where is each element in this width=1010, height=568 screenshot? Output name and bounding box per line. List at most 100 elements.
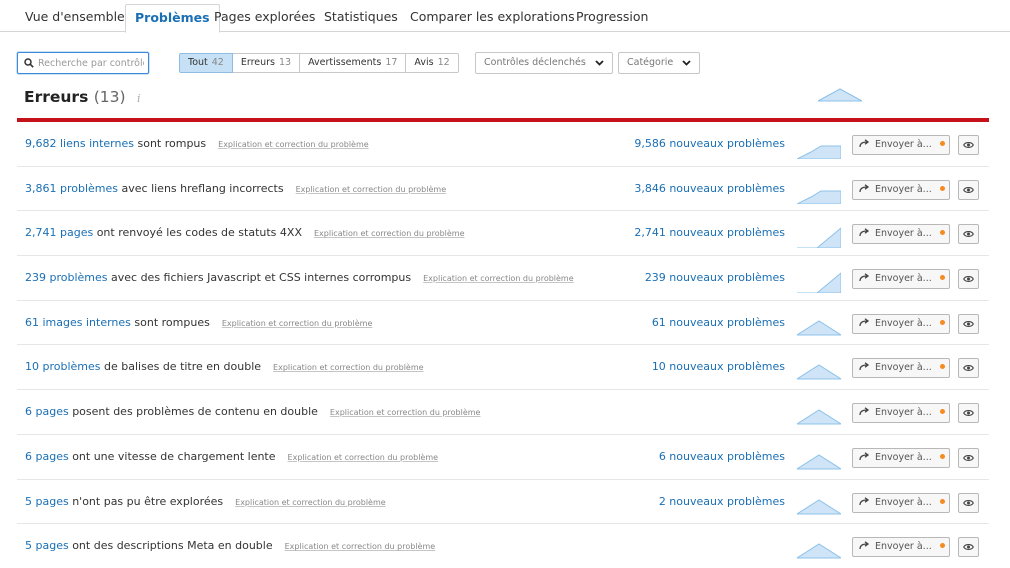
send-to-label: Envoyer à... [875, 139, 932, 150]
issue-text: de balises de titre en double [100, 360, 262, 374]
view-details-button[interactable] [958, 492, 979, 513]
explain-fix-link[interactable]: Explication et correction du problème [285, 542, 436, 551]
tab-statistics[interactable]: Statistiques [315, 4, 407, 32]
issue-link[interactable]: 3,861 problèmes [25, 182, 118, 195]
tab-progress[interactable]: Progression [567, 4, 657, 32]
trend-sparkline [797, 364, 841, 380]
share-arrow-icon [859, 273, 870, 282]
send-to-button[interactable]: Envoyer à... [852, 492, 950, 513]
send-to-button[interactable]: Envoyer à... [852, 313, 950, 334]
issue-text: sont rompues [130, 315, 210, 329]
issue-link[interactable]: 6 pages [25, 405, 69, 418]
new-issues-link[interactable]: 6 nouveaux problèmes [659, 435, 785, 479]
eye-icon [963, 454, 974, 461]
view-details-button[interactable] [958, 358, 979, 379]
issue-description: 239 problèmes avec des fichiers Javascri… [25, 256, 574, 300]
send-to-button[interactable]: Envoyer à... [852, 269, 950, 290]
new-issues-link[interactable]: 2 nouveaux problèmes [659, 480, 785, 524]
new-issues-link[interactable]: 10 nouveaux problèmes [652, 345, 785, 389]
issue-text: sont rompus [133, 137, 207, 150]
share-arrow-icon [859, 228, 870, 237]
explain-fix-link[interactable]: Explication et correction du problème [423, 274, 574, 283]
issue-text: posent des problèmes de contenu en doubl… [68, 405, 318, 419]
explain-fix-link[interactable]: Explication et correction du problème [296, 185, 447, 194]
tab-crawled-pages[interactable]: Pages explorées [205, 4, 324, 32]
filter-notices[interactable]: Avis 12 [405, 53, 459, 73]
tab-bar: Vue d'ensemble Problèmes Pages explorées… [0, 0, 1010, 33]
issue-description: 6 pages posent des problèmes de contenu … [25, 390, 480, 434]
eye-icon [963, 544, 974, 551]
explain-fix-link[interactable]: Explication et correction du problème [330, 408, 481, 417]
eye-icon [963, 231, 974, 238]
explain-fix-link[interactable]: Explication et correction du problème [288, 453, 439, 462]
explain-fix-link[interactable]: Explication et correction du problème [222, 319, 373, 328]
filter-errors[interactable]: Erreurs 13 [231, 53, 301, 73]
share-arrow-icon [859, 362, 870, 371]
triggered-checks-label: Contrôles déclenchés [484, 57, 586, 68]
send-to-button[interactable]: Envoyer à... [852, 537, 950, 558]
view-details-button[interactable] [958, 313, 979, 334]
section-title-text: Erreurs [24, 88, 89, 106]
tab-compare-crawls[interactable]: Comparer les explorations [401, 4, 584, 32]
issue-link[interactable]: 2,741 pages [25, 226, 93, 239]
send-to-button[interactable]: Envoyer à... [852, 224, 950, 245]
issue-description: 5 pages ont des descriptions Meta en dou… [25, 524, 435, 568]
search-input[interactable] [38, 56, 144, 71]
view-details-button[interactable] [958, 447, 979, 468]
view-details-button[interactable] [958, 224, 979, 245]
triggered-checks-dropdown[interactable]: Contrôles déclenchés [475, 52, 613, 74]
issue-link[interactable]: 9,682 liens internes [25, 137, 134, 150]
issue-link[interactable]: 239 problèmes [25, 271, 108, 284]
new-issues-link[interactable]: 2,741 nouveaux problèmes [634, 211, 785, 255]
issue-description: 5 pages n'ont pas pu être explorées Expli… [25, 480, 386, 524]
category-dropdown[interactable]: Catégorie [618, 52, 701, 74]
issue-text: avec liens hreflang incorrects [118, 181, 284, 195]
new-issues-link[interactable]: 239 nouveaux problèmes [645, 256, 785, 300]
send-to-button[interactable]: Envoyer à... [852, 447, 950, 468]
explain-fix-link[interactable]: Explication et correction du problème [273, 363, 424, 372]
eye-icon [963, 142, 974, 148]
explain-fix-link[interactable]: Explication et correction du problème [314, 229, 465, 238]
explain-fix-link[interactable]: Explication et correction du problème [235, 498, 386, 507]
send-to-button[interactable]: Envoyer à... [852, 403, 950, 424]
new-issues-link[interactable]: 9,586 nouveaux problèmes [634, 122, 785, 166]
filter-warnings[interactable]: Avertissements 17 [299, 53, 407, 73]
issue-link[interactable]: 5 pages [25, 495, 69, 508]
issue-link[interactable]: 6 pages [25, 450, 69, 463]
issue-description: 2,741 pages ont renvoyé les codes de sta… [25, 211, 465, 255]
send-to-button[interactable]: Envoyer à... [852, 179, 950, 200]
view-details-button[interactable] [958, 537, 979, 558]
share-arrow-icon [859, 407, 870, 416]
send-to-button[interactable]: Envoyer à... [852, 358, 950, 379]
trend-sparkline [797, 543, 841, 559]
view-details-button[interactable] [958, 403, 979, 424]
search-icon [24, 58, 34, 68]
new-issues-link[interactable]: 61 nouveaux problèmes [652, 301, 785, 345]
notification-dot [939, 141, 945, 146]
filter-errors-label: Erreurs [240, 57, 276, 68]
section-count: (13) [93, 88, 126, 106]
share-arrow-icon [859, 139, 870, 148]
view-details-button[interactable] [958, 179, 979, 200]
issue-text: avec des fichiers Javascript et CSS inte… [107, 271, 412, 285]
eye-icon [963, 320, 974, 327]
view-details-button[interactable] [958, 269, 979, 290]
eye-icon [963, 410, 974, 417]
filter-all-count: 42 [211, 57, 224, 68]
filter-all[interactable]: Tout 42 [179, 53, 233, 73]
trend-sparkline [797, 409, 841, 425]
issue-type-filter: Tout 42 Erreurs 13 Avertissements 17 Avis 12 [179, 53, 459, 73]
send-to-label: Envoyer à... [875, 228, 932, 240]
issue-link[interactable]: 5 pages [25, 539, 69, 552]
send-to-button[interactable]: Envoyer à... [852, 135, 950, 155]
send-to-label: Envoyer à... [875, 317, 932, 329]
explain-fix-link[interactable]: Explication et correction du problème [218, 140, 369, 149]
issue-link[interactable]: 61 images internes [25, 316, 131, 329]
tab-overview[interactable]: Vue d'ensemble [16, 4, 134, 32]
notification-dot [939, 498, 945, 504]
view-details-button[interactable] [958, 135, 979, 155]
filter-notices-count: 12 [437, 57, 450, 68]
issue-link[interactable]: 10 problèmes [25, 360, 101, 373]
new-issues-link[interactable]: 3,846 nouveaux problèmes [634, 167, 785, 211]
info-icon[interactable]: i [137, 92, 141, 105]
